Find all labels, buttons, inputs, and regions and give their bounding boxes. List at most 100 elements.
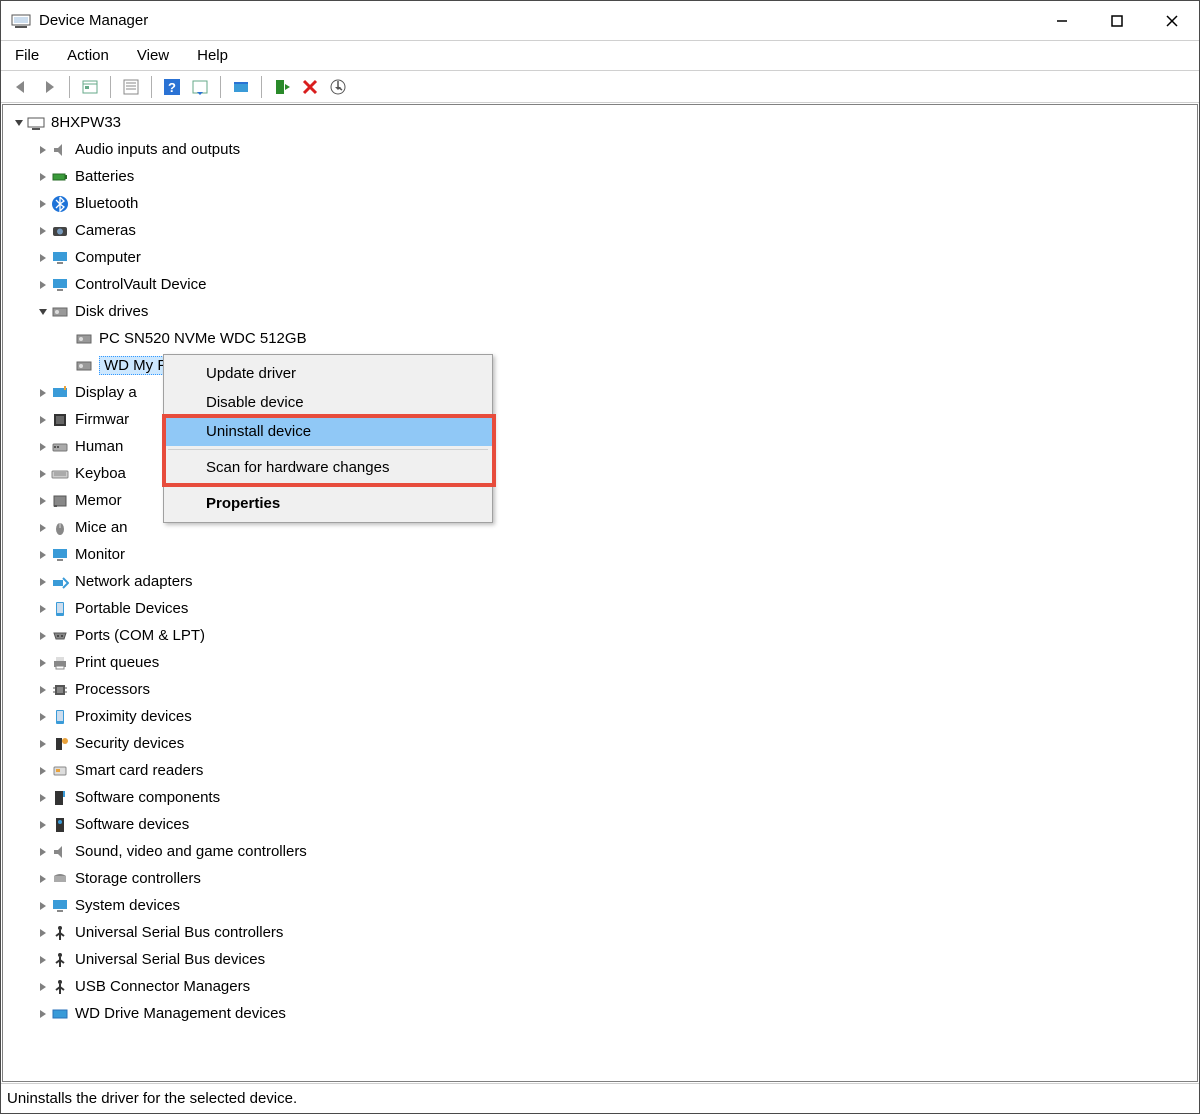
tree-row[interactable]: Bluetooth <box>3 190 1197 217</box>
tree-label[interactable]: Computer <box>75 249 147 266</box>
tree-row[interactable]: Computer <box>3 244 1197 271</box>
tree-label[interactable]: Storage controllers <box>75 870 207 887</box>
expand-icon[interactable] <box>35 952 51 968</box>
tree-label[interactable]: Monitor <box>75 546 131 563</box>
tree-row[interactable]: Software devices <box>3 811 1197 838</box>
expand-icon[interactable] <box>35 817 51 833</box>
tree-row[interactable]: 8HXPW33 <box>3 109 1197 136</box>
tree-label[interactable]: USB Connector Managers <box>75 978 256 995</box>
menu-view[interactable]: View <box>133 45 173 66</box>
tree-row[interactable]: Software components <box>3 784 1197 811</box>
tree-label[interactable]: Human <box>75 438 129 455</box>
tree-label[interactable]: Print queues <box>75 654 165 671</box>
tree-row[interactable]: Processors <box>3 676 1197 703</box>
minimize-button[interactable] <box>1034 1 1089 41</box>
tree-row[interactable]: Network adapters <box>3 568 1197 595</box>
context-menu-item[interactable]: Scan for hardware changes <box>164 453 492 482</box>
expand-icon[interactable] <box>35 844 51 860</box>
expand-icon[interactable] <box>35 250 51 266</box>
tree-label[interactable]: Display a <box>75 384 143 401</box>
tree-label[interactable]: Audio inputs and outputs <box>75 141 246 158</box>
expand-icon[interactable] <box>35 979 51 995</box>
tree-row[interactable]: Ports (COM & LPT) <box>3 622 1197 649</box>
expand-icon[interactable] <box>35 493 51 509</box>
tree-row[interactable]: Disk drives <box>3 298 1197 325</box>
collapse-icon[interactable] <box>11 115 27 131</box>
tree-row[interactable]: Universal Serial Bus devices <box>3 946 1197 973</box>
collapse-icon[interactable] <box>35 304 51 320</box>
expand-icon[interactable] <box>35 412 51 428</box>
expand-icon[interactable] <box>35 898 51 914</box>
tree-label[interactable]: Sound, video and game controllers <box>75 843 313 860</box>
menu-file[interactable]: File <box>11 45 43 66</box>
tree-row[interactable]: Smart card readers <box>3 757 1197 784</box>
tree-row[interactable]: Universal Serial Bus controllers <box>3 919 1197 946</box>
tree-label[interactable]: Security devices <box>75 735 190 752</box>
tree-label[interactable]: Smart card readers <box>75 762 209 779</box>
tree-row[interactable]: Cameras <box>3 217 1197 244</box>
expand-icon[interactable] <box>35 223 51 239</box>
expand-icon[interactable] <box>35 277 51 293</box>
tree-label[interactable]: PC SN520 NVMe WDC 512GB <box>99 330 313 347</box>
tree-label[interactable]: Software components <box>75 789 226 806</box>
scan-hardware-button[interactable] <box>188 75 212 99</box>
expand-icon[interactable] <box>35 439 51 455</box>
tree-row[interactable]: ControlVault Device <box>3 271 1197 298</box>
tree-row[interactable]: WD Drive Management devices <box>3 1000 1197 1027</box>
uninstall-device-button[interactable] <box>298 75 322 99</box>
menu-action[interactable]: Action <box>63 45 113 66</box>
expand-icon[interactable] <box>35 925 51 941</box>
properties-button[interactable] <box>119 75 143 99</box>
context-menu-item[interactable]: Disable device <box>164 388 492 417</box>
enable-device-button[interactable] <box>270 75 294 99</box>
show-hide-tree-button[interactable] <box>78 75 102 99</box>
context-menu-item[interactable]: Update driver <box>164 359 492 388</box>
expand-icon[interactable] <box>35 763 51 779</box>
device-tree[interactable]: 8HXPW33 Audio inputs and outputs Batteries… <box>2 104 1198 1082</box>
update-driver-button[interactable] <box>229 75 253 99</box>
tree-label[interactable]: System devices <box>75 897 186 914</box>
tree-row[interactable]: Batteries <box>3 163 1197 190</box>
expand-icon[interactable] <box>35 574 51 590</box>
tree-label[interactable]: Software devices <box>75 816 195 833</box>
tree-label[interactable]: Memor <box>75 492 128 509</box>
expand-icon[interactable] <box>35 385 51 401</box>
expand-icon[interactable] <box>35 196 51 212</box>
expand-icon[interactable] <box>35 1006 51 1022</box>
expand-icon[interactable] <box>35 520 51 536</box>
tree-row[interactable]: Storage controllers <box>3 865 1197 892</box>
nav-forward-button[interactable] <box>37 75 61 99</box>
context-menu-item[interactable]: Uninstall device <box>164 417 492 446</box>
expand-icon[interactable] <box>35 736 51 752</box>
tree-row[interactable]: PC SN520 NVMe WDC 512GB <box>3 325 1197 352</box>
tree-label[interactable]: WD Drive Management devices <box>75 1005 292 1022</box>
expand-icon[interactable] <box>35 601 51 617</box>
tree-row[interactable]: Print queues <box>3 649 1197 676</box>
expand-icon[interactable] <box>35 142 51 158</box>
expand-icon[interactable] <box>35 547 51 563</box>
tree-label[interactable]: Portable Devices <box>75 600 194 617</box>
add-legacy-hardware-button[interactable] <box>326 75 350 99</box>
nav-back-button[interactable] <box>9 75 33 99</box>
tree-row[interactable]: USB Connector Managers <box>3 973 1197 1000</box>
tree-label[interactable]: Cameras <box>75 222 142 239</box>
expand-icon[interactable] <box>35 655 51 671</box>
tree-label[interactable]: Mice an <box>75 519 134 536</box>
expand-icon[interactable] <box>35 871 51 887</box>
maximize-button[interactable] <box>1089 1 1144 41</box>
tree-row[interactable]: System devices <box>3 892 1197 919</box>
tree-label[interactable]: Universal Serial Bus controllers <box>75 924 289 941</box>
tree-row[interactable]: Sound, video and game controllers <box>3 838 1197 865</box>
help-button[interactable]: ? <box>160 75 184 99</box>
expand-icon[interactable] <box>35 709 51 725</box>
tree-label[interactable]: Proximity devices <box>75 708 198 725</box>
tree-row[interactable]: Monitor <box>3 541 1197 568</box>
tree-row[interactable]: Portable Devices <box>3 595 1197 622</box>
expand-icon[interactable] <box>35 682 51 698</box>
menu-help[interactable]: Help <box>193 45 232 66</box>
tree-label[interactable]: Bluetooth <box>75 195 144 212</box>
tree-label[interactable]: Disk drives <box>75 303 154 320</box>
tree-row[interactable]: Security devices <box>3 730 1197 757</box>
tree-row[interactable]: Proximity devices <box>3 703 1197 730</box>
expand-icon[interactable] <box>35 466 51 482</box>
